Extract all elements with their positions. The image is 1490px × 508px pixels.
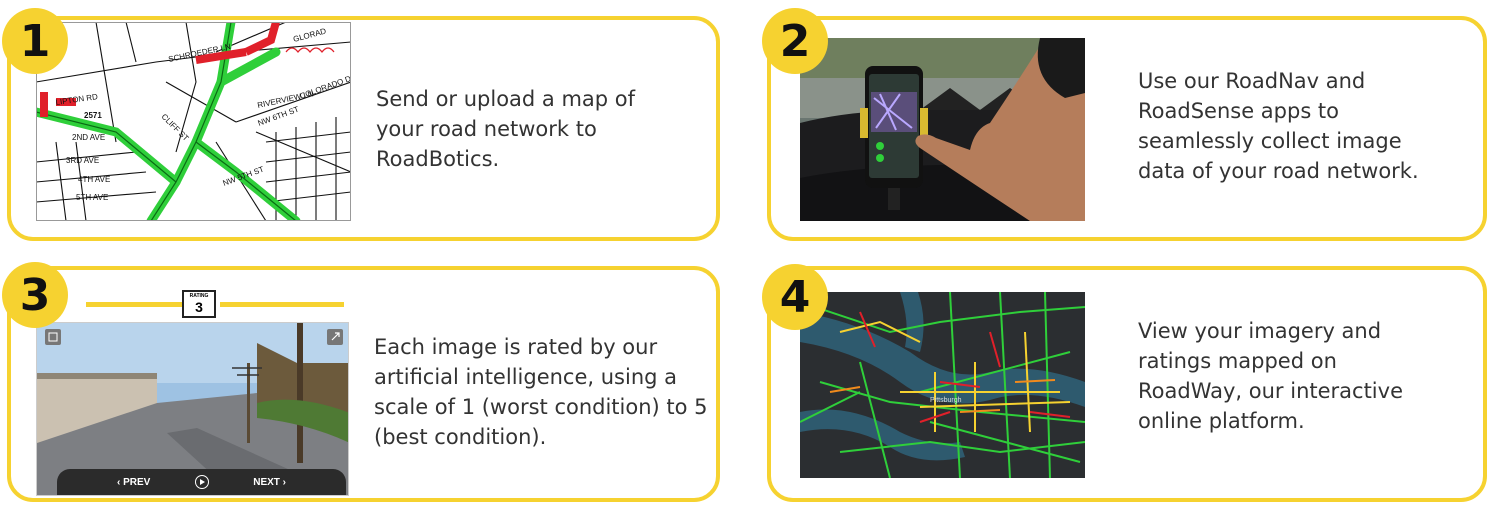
map-label-route: 2571 — [84, 111, 102, 120]
rating-line-right — [220, 302, 344, 307]
city-label: Pittsburgh — [930, 397, 962, 404]
step-text-2: Use our RoadNav and RoadSense apps to se… — [1138, 69, 1419, 183]
map-label-4th-ave: 4TH AVE — [78, 175, 110, 184]
rating-viewer: RATING 3 ‹ PREV NEXT › — [36, 290, 351, 496]
map-label-5th-ave: 5TH AVE — [76, 193, 108, 202]
phone-mount-photo-svg — [800, 38, 1085, 221]
map-label-2nd-ave: 2ND AVE — [72, 133, 105, 142]
step-text-1: Send or upload a map of your road networ… — [376, 87, 636, 171]
step-badge-4: 4 — [762, 264, 828, 330]
step-badge-2: 2 — [762, 8, 828, 74]
prev-button[interactable]: ‹ PREV — [117, 477, 150, 488]
rating-value: 3 — [195, 299, 203, 315]
city-ratings-map: Pittsburgh — [800, 292, 1085, 478]
play-circle-icon[interactable] — [194, 475, 209, 489]
photo-nav-bar: ‹ PREV NEXT › — [57, 469, 346, 495]
image-icon[interactable] — [45, 329, 61, 345]
road-network-map: SCHROEDER LN GLORAD LIPTON RD 2571 2ND A… — [36, 22, 351, 221]
city-ratings-map-svg: Pittsburgh — [800, 292, 1085, 478]
step-badge-1: 1 — [2, 8, 68, 74]
step-badge-3: 3 — [2, 262, 68, 328]
next-button[interactable]: NEXT › — [253, 477, 286, 488]
phone-mount-photo — [800, 38, 1085, 221]
street-photo-frame: ‹ PREV NEXT › — [36, 322, 349, 496]
step-text-3: Each image is rated by our artificial in… — [374, 335, 708, 449]
road-network-map-svg: SCHROEDER LN GLORAD LIPTON RD 2571 2ND A… — [36, 22, 351, 221]
rating-badge: RATING 3 — [182, 290, 216, 318]
map-label-3rd-ave: 3RD AVE — [66, 156, 99, 165]
step-text-4: View your imagery and ratings mapped on … — [1138, 319, 1403, 433]
